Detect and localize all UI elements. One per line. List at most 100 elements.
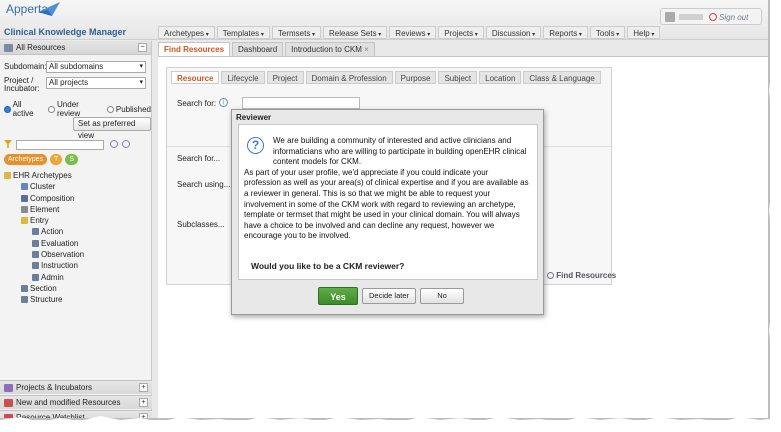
subtab-lifecycle[interactable]: Lifecycle (221, 71, 265, 84)
subclasses-option[interactable]: Subclasses... (177, 220, 225, 229)
close-icon[interactable]: × (362, 45, 369, 54)
avatar (665, 12, 675, 22)
archetype-tree: EHR Archetypes Cluster Composition Element E… (4, 170, 84, 306)
left-section-header[interactable]: Projects & Incubators + (0, 380, 152, 394)
radio-label: Under review (57, 100, 81, 118)
composition-icon (21, 194, 28, 202)
tree-node[interactable]: Structure (4, 294, 84, 305)
subtab-location[interactable]: Location (479, 71, 522, 84)
tree-node[interactable]: Admin (4, 272, 84, 283)
radio-all-active[interactable]: All active (4, 100, 42, 118)
calendar-icon (4, 399, 13, 407)
search-using-option[interactable]: Search using... (177, 180, 230, 189)
project-select[interactable]: All projects (46, 77, 146, 89)
tree-node[interactable]: Composition (4, 193, 84, 204)
expand-icon[interactable]: + (139, 398, 148, 407)
filter-input[interactable] (16, 140, 104, 150)
torn-edge-bottom (0, 416, 781, 432)
tree-node[interactable]: Element (4, 204, 84, 215)
decide-later-button[interactable]: Decide later (362, 288, 417, 304)
tree-node[interactable]: Cluster (4, 181, 84, 192)
tab-label: Find Resources (164, 45, 225, 54)
signout-link[interactable]: Sign out (719, 13, 748, 22)
tab-introduction-to-ckm[interactable]: Introduction to CKM × (285, 42, 375, 56)
magnifier-icon (547, 272, 554, 279)
menu-discussion[interactable]: Discussion (485, 26, 542, 39)
tree-node-label: Admin (41, 272, 64, 282)
cluster-icon (21, 183, 28, 191)
subdomain-row: Subdomain: All subdomains (0, 59, 151, 75)
tree-node[interactable]: Evaluation (4, 238, 84, 249)
tab-label: Dashboard (238, 45, 278, 54)
subtab-purpose[interactable]: Purpose (394, 71, 437, 84)
radio-dot[interactable] (48, 105, 56, 113)
menu-reviews[interactable]: Reviews (389, 26, 437, 39)
tree-node[interactable]: Action (4, 226, 84, 237)
logo-icon (38, 2, 60, 16)
observation-icon (32, 251, 39, 259)
tab-archetypes[interactable]: Archetypes (4, 154, 48, 165)
menu-release-sets[interactable]: Release Sets (323, 26, 388, 39)
subdomain-label: Subdomain: (4, 62, 47, 71)
tab-find-resources[interactable]: Find Resources (158, 42, 231, 56)
subtab-subject[interactable]: Subject (438, 71, 478, 84)
dialog-line: content models for CKM. (273, 157, 362, 167)
menu-archetypes[interactable]: Archetypes (158, 26, 215, 39)
folder-icon (4, 172, 11, 179)
left-section-header[interactable]: New and modified Resources + (0, 395, 152, 409)
add-filter-icon[interactable] (110, 140, 118, 148)
user-box: Sign out (660, 8, 762, 25)
tree-node-label: Section (30, 283, 57, 293)
power-icon (709, 13, 717, 21)
search-for-label: Search for: (177, 99, 217, 108)
tree-node[interactable]: Entry (4, 215, 84, 226)
tree-node[interactable]: Observation (4, 249, 84, 260)
tab-dashboard[interactable]: Dashboard (232, 42, 284, 56)
subtab-class-language[interactable]: Class & Language (523, 71, 601, 84)
find-resources-button[interactable]: Find Resources (547, 271, 616, 280)
dialog-line: informaticians who are willing to partic… (273, 146, 527, 156)
menu-reports[interactable]: Reports (543, 26, 588, 39)
radio-published[interactable]: Published (106, 100, 151, 118)
subtab-project[interactable]: Project (266, 71, 304, 84)
expand-icon[interactable]: + (139, 383, 148, 392)
radio-label: Published (115, 104, 151, 114)
tree-node[interactable]: Section (4, 283, 84, 294)
instruction-icon (32, 262, 39, 270)
search-input[interactable] (242, 97, 360, 109)
dialog-line: As part of your user profile, we'd appre… (244, 167, 489, 177)
dialog-line: We are building a community of intereste… (273, 136, 512, 145)
clear-filter-icon[interactable] (122, 140, 130, 148)
radio-under-review[interactable]: Under review (48, 100, 101, 118)
info-icon[interactable]: i (219, 98, 228, 107)
reviewer-dialog: Reviewer ? We are building a community o… (231, 109, 544, 315)
tab-templates[interactable]: T (50, 154, 63, 165)
collapse-icon[interactable]: − (138, 43, 147, 52)
menu-projects[interactable]: Projects (438, 26, 484, 39)
radio-dot[interactable] (4, 105, 11, 113)
project-label: Project / Incubator: (4, 77, 40, 93)
menu-tools[interactable]: Tools (589, 26, 626, 39)
radio-dot[interactable] (106, 105, 114, 113)
menu-termsets[interactable]: Termsets (271, 26, 322, 39)
tab-termsets[interactable]: S (65, 154, 78, 165)
tree-node-label: Entry (30, 216, 49, 226)
menu-help[interactable]: Help (627, 26, 661, 39)
all-resources-title: All Resources (16, 43, 66, 52)
tree-node[interactable]: EHR Archetypes (4, 170, 84, 181)
resources-icon (4, 44, 13, 52)
app-window: Apperta Clinical Knowledge Manager Sign … (0, 0, 770, 420)
main-tabs: Find Resources Dashboard Introduction to C… (158, 42, 375, 56)
dialog-line: template or termset that might be used i… (244, 210, 520, 220)
tree-node[interactable]: Instruction (4, 260, 84, 271)
set-preferred-view-button[interactable]: Set as preferred view (73, 117, 151, 140)
all-resources-header[interactable]: All Resources − (0, 41, 151, 55)
no-button[interactable]: No (420, 288, 465, 304)
menu-templates[interactable]: Templates (216, 26, 270, 39)
subdomain-select[interactable]: All subdomains (46, 61, 146, 73)
search-for-option[interactable]: Search for... (177, 154, 220, 163)
tree-node-label: Element (30, 204, 60, 214)
subtab-resource[interactable]: Resource (171, 71, 220, 84)
subtab-domain-profession[interactable]: Domain & Profession (305, 71, 393, 84)
yes-button[interactable]: Yes (318, 287, 358, 305)
